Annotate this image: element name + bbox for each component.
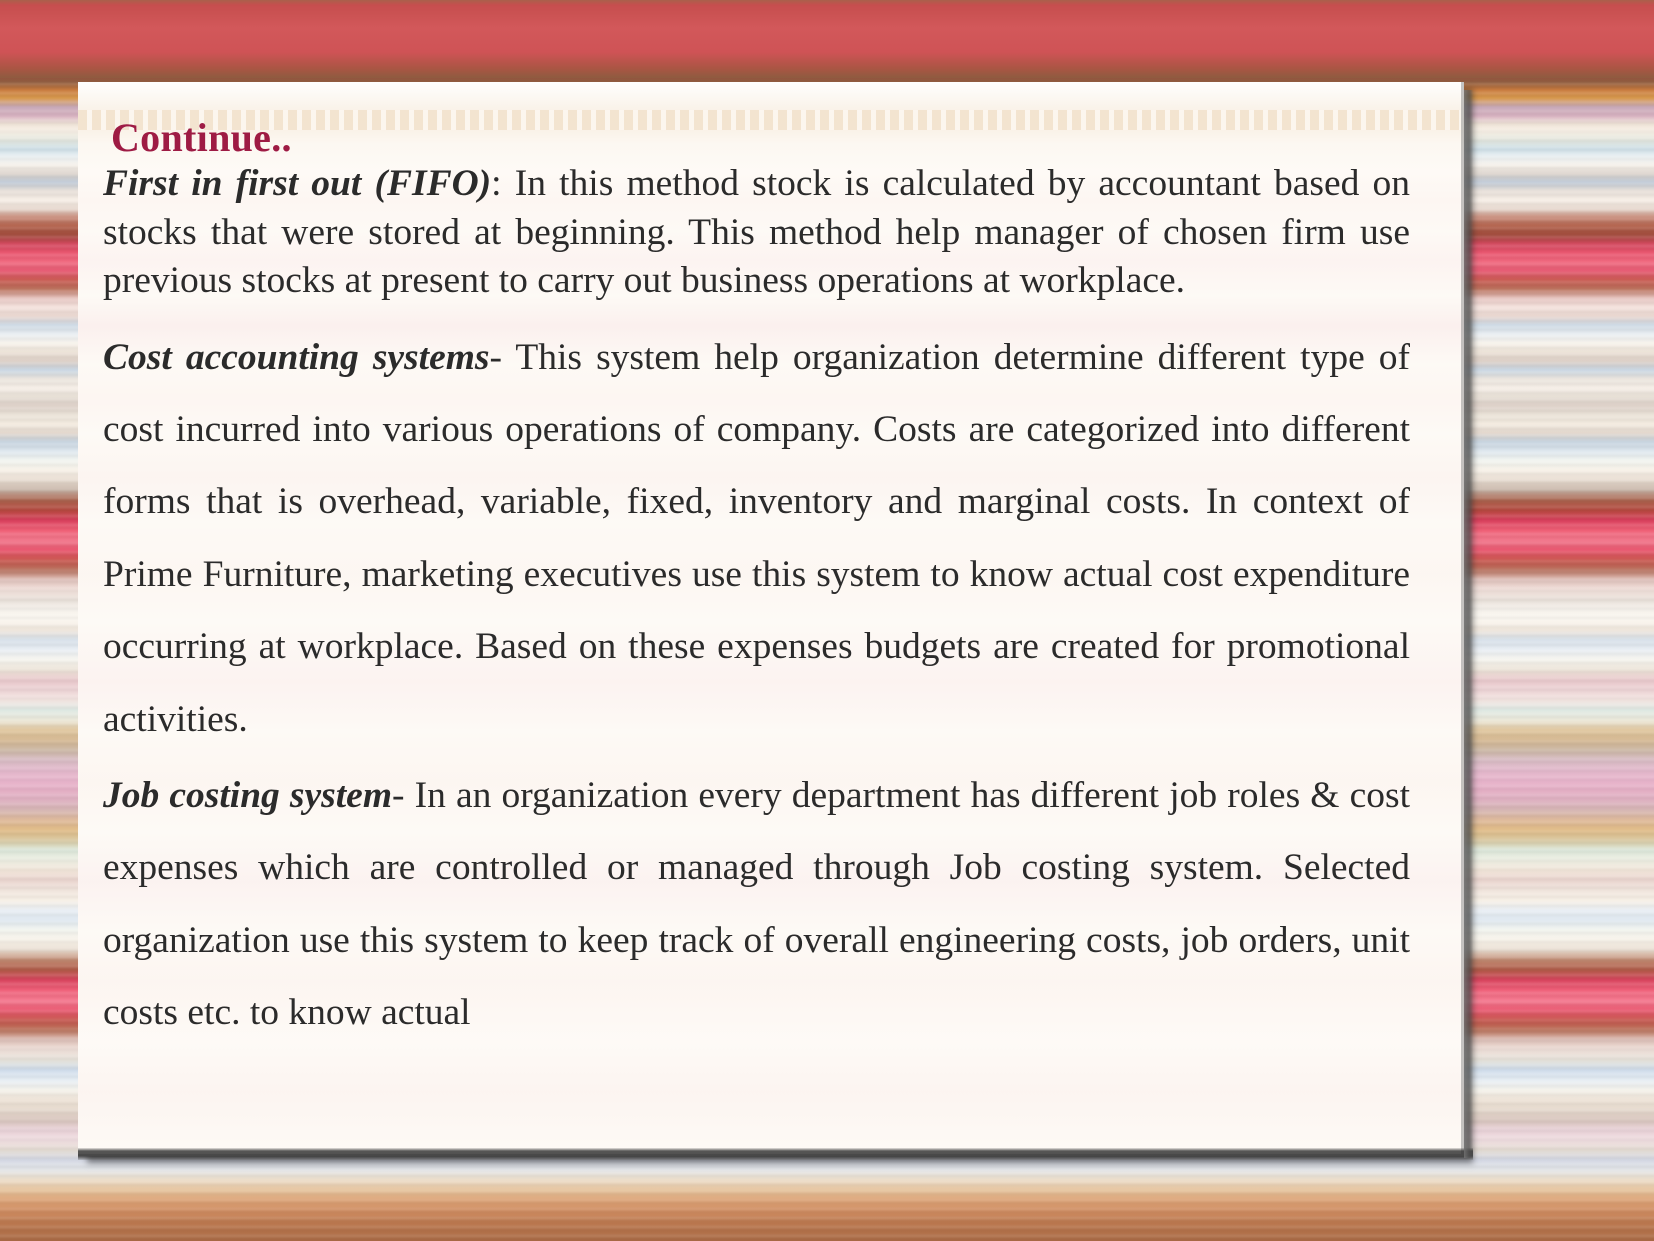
paragraph-fifo: First in first out (FIFO): In this metho… [103, 160, 1410, 306]
body-column: First in first out (FIFO): In this metho… [78, 160, 1464, 1049]
paragraph-job-costing-lead: Job costing system [103, 774, 392, 816]
paragraph-job-costing: Job costing system- In an organization e… [103, 760, 1410, 1050]
text-layer: Continue.. First in first out (FIFO): In… [78, 82, 1464, 1049]
top-red-band [0, 0, 1654, 78]
paragraph-cost-accounting: Cost accounting systems- This system hel… [103, 322, 1410, 756]
paragraph-fifo-lead: First in first out (FIFO) [103, 163, 492, 204]
paragraph-cost-accounting-body: - This system help organization determin… [103, 336, 1410, 740]
slide-root: Continue.. First in first out (FIFO): In… [0, 0, 1654, 1241]
paragraph-cost-accounting-lead: Cost accounting systems [103, 336, 490, 378]
page-title: Continue.. [111, 115, 292, 160]
